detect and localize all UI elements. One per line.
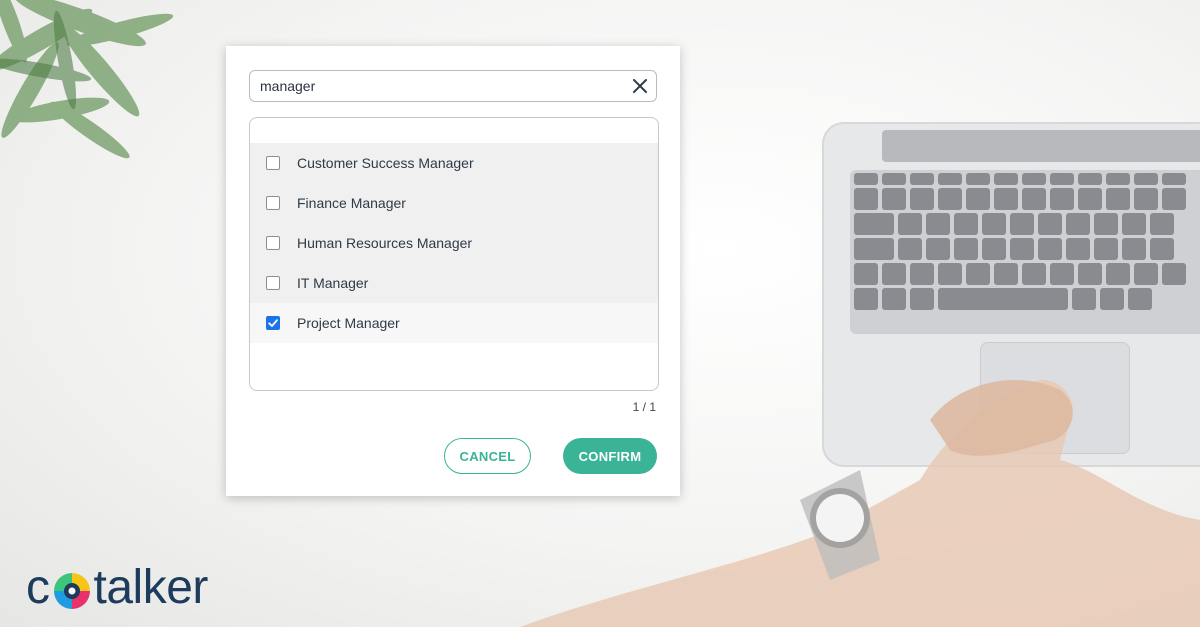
cotalker-logo-mark — [53, 573, 90, 609]
logo-text-end: talker — [93, 561, 209, 614]
list-item-label: Finance Manager — [297, 195, 406, 211]
select-options-dialog: Customer Success Manager Finance Manager… — [226, 46, 680, 496]
list-item-label: Customer Success Manager — [297, 155, 474, 171]
search-box — [249, 70, 657, 102]
list-item-human-resources-manager[interactable]: Human Resources Manager — [250, 223, 658, 263]
list-item-label: Human Resources Manager — [297, 235, 473, 251]
checkbox[interactable] — [266, 196, 280, 210]
options-list-items: Customer Success Manager Finance Manager… — [250, 143, 658, 343]
confirm-button[interactable]: CONFIRM — [563, 438, 657, 474]
plant-decoration — [0, 0, 174, 159]
list-item-label: IT Manager — [297, 275, 369, 291]
cancel-button[interactable]: CANCEL — [444, 438, 531, 474]
selection-counter: 1 / 1 — [632, 400, 656, 414]
checkbox[interactable] — [266, 276, 280, 290]
list-item-customer-success-manager[interactable]: Customer Success Manager — [250, 143, 658, 183]
search-input[interactable] — [260, 71, 620, 101]
list-item-it-manager[interactable]: IT Manager — [250, 263, 658, 303]
list-item-finance-manager[interactable]: Finance Manager — [250, 183, 658, 223]
checkbox[interactable] — [266, 236, 280, 250]
options-list: Customer Success Manager Finance Manager… — [249, 117, 659, 391]
checkbox[interactable] — [266, 156, 280, 170]
logo-text-start: c — [26, 561, 50, 614]
list-item-project-manager[interactable]: Project Manager — [250, 303, 658, 343]
list-item-label: Project Manager — [297, 315, 400, 331]
checkmark-icon — [268, 319, 278, 327]
close-icon[interactable] — [630, 76, 650, 96]
checkbox-checked[interactable] — [266, 316, 280, 330]
cotalker-logo: c talker — [26, 560, 208, 616]
